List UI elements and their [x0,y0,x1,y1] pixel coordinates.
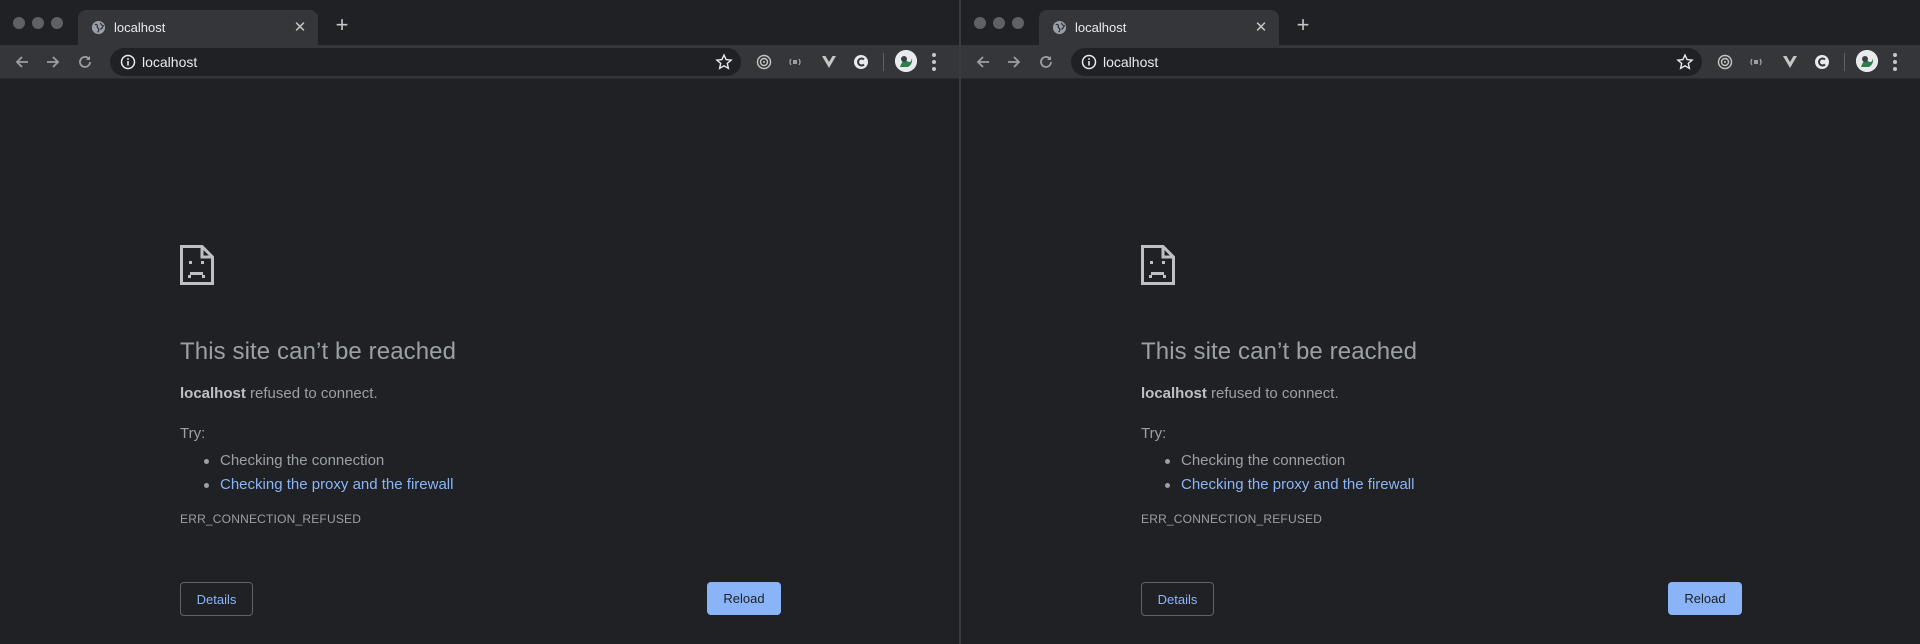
tab-title: localhost [114,20,166,35]
reload-button[interactable]: Reload [1668,582,1742,615]
tab-strip: localhost ✕ + [0,0,959,45]
arrow-right-icon [1008,56,1021,68]
sad-document-icon [1141,245,1175,285]
extension-pesticide-icon[interactable] [786,53,804,71]
reload-page-button[interactable] [74,51,96,73]
extension-pesticide-icon[interactable] [1747,53,1765,71]
toolbar-divider [883,53,884,71]
close-window-button[interactable] [974,17,986,29]
info-icon[interactable] [1081,54,1097,70]
tab-close-icon[interactable]: ✕ [291,18,309,36]
bookmark-star-icon[interactable] [715,53,733,71]
suggestion-check-proxy-link[interactable]: Checking the proxy and the firewall [203,473,453,497]
tab-strip: localhost ✕ + [961,0,1920,45]
try-label: Try: [1141,425,1167,442]
minimize-window-button[interactable] [993,17,1005,29]
extension-target-icon[interactable] [755,53,773,71]
error-host: localhost [1141,385,1207,402]
suggestion-check-connection: Checking the connection [203,449,453,473]
error-code: ERR_CONNECTION_REFUSED [180,512,362,526]
forward-button[interactable] [1003,51,1025,73]
extension-vue-icon[interactable] [820,53,838,71]
error-message-text: refused to connect. [1206,385,1339,402]
new-tab-button[interactable]: + [1292,14,1314,36]
info-icon[interactable] [120,54,136,70]
extension-vue-icon[interactable] [1781,53,1799,71]
window-controls [13,17,63,29]
tab-close-icon[interactable]: ✕ [1252,18,1270,36]
error-page: This site can’t be reached localhost ref… [961,80,1920,644]
extension-c-icon[interactable] [1813,53,1831,71]
url-text: localhost [1103,54,1159,70]
minimize-window-button[interactable] [32,17,44,29]
avatar[interactable] [895,50,917,72]
menu-icon[interactable] [1889,52,1901,72]
back-button[interactable] [972,51,994,73]
close-window-button[interactable] [13,17,25,29]
forward-button[interactable] [42,51,64,73]
suggestion-check-proxy-link[interactable]: Checking the proxy and the firewall [1164,473,1414,497]
error-code: ERR_CONNECTION_REFUSED [1141,512,1323,526]
page-title: This site can’t be reached [180,338,457,365]
arrow-left-icon [15,56,28,68]
reload-page-button[interactable] [1035,51,1057,73]
address-bar[interactable]: localhost [110,48,741,76]
tab-title: localhost [1075,20,1127,35]
refresh-icon [1040,56,1052,68]
browser-window-right: localhost ✕ + localhost This site can’t … [959,0,1920,644]
error-page: This site can’t be reached localhost ref… [0,80,959,644]
reload-button[interactable]: Reload [707,582,781,615]
avatar[interactable] [1856,50,1878,72]
globe-icon [91,20,106,35]
error-message-text: refused to connect. [245,385,378,402]
details-button[interactable]: Details [180,582,253,616]
back-button[interactable] [11,51,33,73]
tab-localhost[interactable]: localhost ✕ [1039,10,1279,45]
screen: localhost ✕ + localhost This site can’t … [0,0,1920,644]
maximize-window-button[interactable] [1012,17,1024,29]
suggestions-list: Checking the connection Checking the pro… [203,449,453,497]
maximize-window-button[interactable] [51,17,63,29]
arrow-left-icon [976,56,989,68]
refresh-icon [79,56,91,68]
address-bar[interactable]: localhost [1071,48,1702,76]
extension-target-icon[interactable] [1716,53,1734,71]
extension-c-icon[interactable] [852,53,870,71]
arrow-right-icon [47,56,60,68]
toolbar: localhost [0,45,959,79]
suggestions-list: Checking the connection Checking the pro… [1164,449,1414,497]
new-tab-button[interactable]: + [331,14,353,36]
error-host: localhost [180,385,246,402]
toolbar: localhost [961,45,1920,79]
details-button[interactable]: Details [1141,582,1214,616]
error-message: localhost refused to connect. [1141,385,1339,402]
toolbar-divider [1844,53,1845,71]
window-controls [974,17,1024,29]
menu-icon[interactable] [928,52,940,72]
sad-document-icon [180,245,214,285]
globe-icon [1052,20,1067,35]
browser-window-left: localhost ✕ + localhost This site can’t … [0,0,959,644]
page-title: This site can’t be reached [1141,338,1418,365]
suggestion-check-connection: Checking the connection [1164,449,1414,473]
url-text: localhost [142,54,198,70]
try-label: Try: [180,425,206,442]
tab-localhost[interactable]: localhost ✕ [78,10,318,45]
bookmark-star-icon[interactable] [1676,53,1694,71]
error-message: localhost refused to connect. [180,385,378,402]
